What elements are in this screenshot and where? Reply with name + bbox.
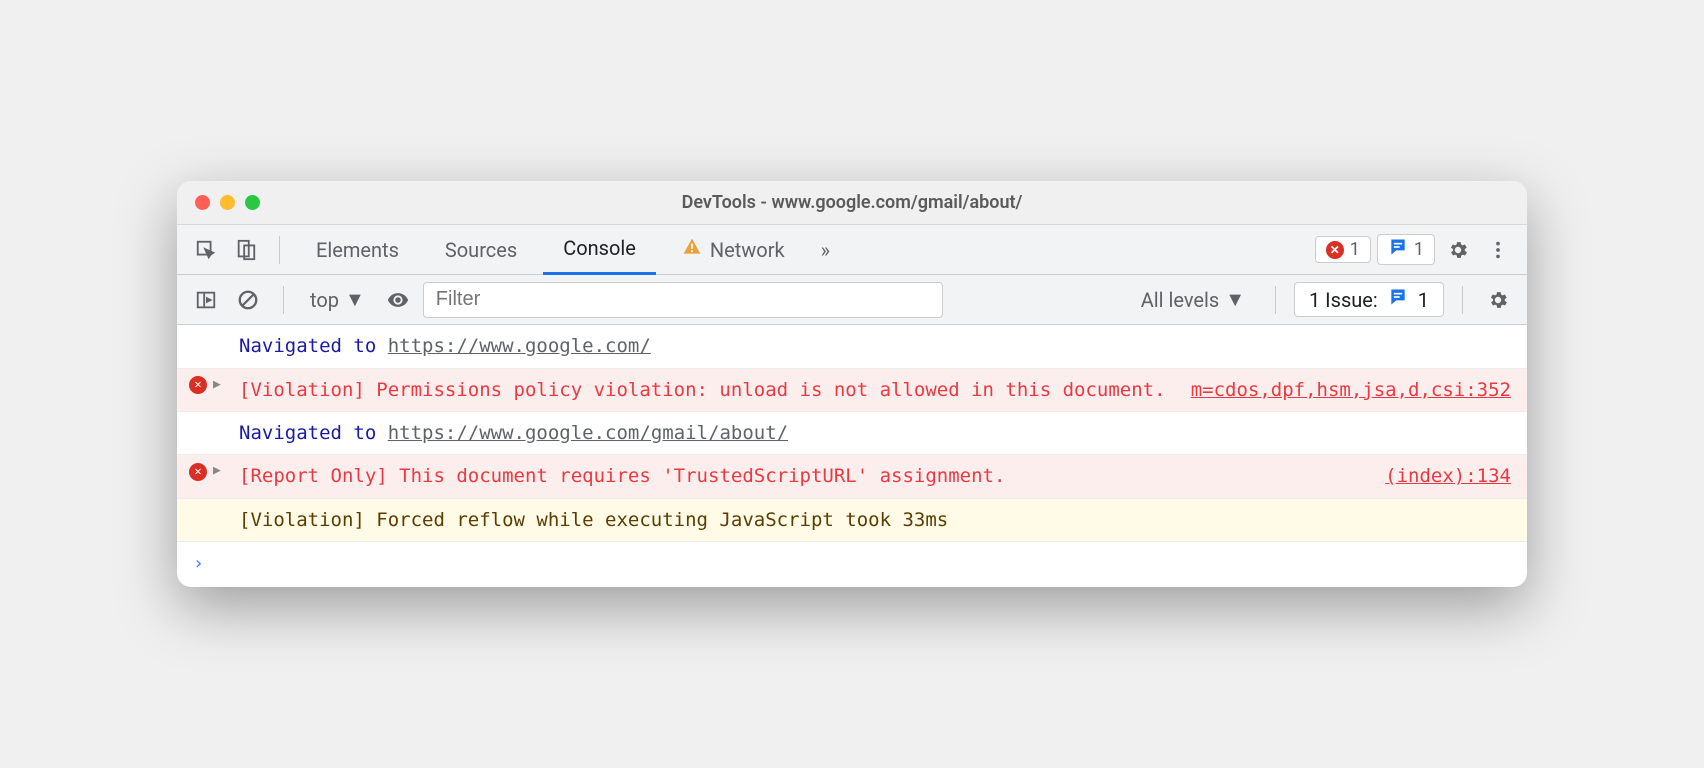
maximize-window-button[interactable] <box>245 195 260 210</box>
error-text: [Report Only] This document requires 'Tr… <box>239 461 1365 491</box>
nav-url[interactable]: https://www.google.com/ <box>388 335 651 357</box>
nav-url[interactable]: https://www.google.com/gmail/about/ <box>388 422 788 444</box>
console-prompt[interactable]: › <box>177 542 1527 587</box>
error-message: ✕ ▶ [Violation] Permissions policy viola… <box>177 369 1527 412</box>
close-window-button[interactable] <box>195 195 210 210</box>
filter-input[interactable] <box>423 282 943 318</box>
log-levels-selector[interactable]: All levels ▼ <box>1129 287 1257 312</box>
tab-sources[interactable]: Sources <box>425 225 537 275</box>
issues-label: 1 Issue: <box>1309 288 1378 312</box>
source-link[interactable]: (index):134 <box>1385 461 1511 491</box>
levels-label: All levels <box>1141 288 1219 312</box>
inspect-element-icon[interactable] <box>189 233 223 267</box>
separator <box>279 236 280 264</box>
error-text: [Violation] Permissions policy violation… <box>239 375 1171 405</box>
error-icon: ✕ <box>1326 241 1344 259</box>
separator <box>1462 286 1463 314</box>
error-message: ✕ ▶ [Report Only] This document requires… <box>177 455 1527 498</box>
console-toolbar: top ▼ All levels ▼ 1 Issue: 1 <box>177 275 1527 325</box>
main-tabbar: Elements Sources Console Network » ✕ 1 1 <box>177 225 1527 275</box>
tab-network-label: Network <box>710 238 785 262</box>
separator <box>283 286 284 314</box>
sidebar-toggle-icon[interactable] <box>189 283 223 317</box>
message-icon <box>1388 237 1408 262</box>
message-icon <box>1388 287 1408 312</box>
warning-icon <box>682 237 702 262</box>
live-expression-icon[interactable] <box>381 283 415 317</box>
message-count: 1 <box>1414 239 1424 260</box>
context-label: top <box>310 288 339 312</box>
warning-message: [Violation] Forced reflow while executin… <box>177 499 1527 542</box>
source-link[interactable]: m=cdos,dpf,hsm,jsa,d,csi:352 <box>1191 375 1511 405</box>
navigation-message: Navigated to https://www.google.com/gmai… <box>177 412 1527 455</box>
warning-text: [Violation] Forced reflow while executin… <box>239 505 1511 535</box>
message-count-badge[interactable]: 1 <box>1377 234 1435 265</box>
issues-count: 1 <box>1418 288 1429 312</box>
nav-prefix: Navigated to <box>239 335 388 357</box>
tab-network[interactable]: Network <box>662 225 805 275</box>
tab-console[interactable]: Console <box>543 225 656 275</box>
tab-elements[interactable]: Elements <box>296 225 419 275</box>
traffic-lights <box>195 195 260 210</box>
more-tabs-button[interactable]: » <box>811 225 840 275</box>
error-icon: ✕ <box>189 376 207 394</box>
console-log-area: Navigated to https://www.google.com/ ✕ ▶… <box>177 325 1527 587</box>
titlebar: DevTools - www.google.com/gmail/about/ <box>177 181 1527 225</box>
expand-toggle-icon[interactable]: ▶ <box>213 375 221 396</box>
device-toggle-icon[interactable] <box>229 233 263 267</box>
expand-toggle-icon[interactable]: ▶ <box>213 461 221 482</box>
minimize-window-button[interactable] <box>220 195 235 210</box>
error-count-badge[interactable]: ✕ 1 <box>1315 236 1371 263</box>
settings-icon[interactable] <box>1441 233 1475 267</box>
separator <box>1275 286 1276 314</box>
clear-console-icon[interactable] <box>231 283 265 317</box>
error-count: 1 <box>1350 239 1360 260</box>
error-icon: ✕ <box>189 463 207 481</box>
window-title: DevTools - www.google.com/gmail/about/ <box>177 192 1527 213</box>
execution-context-selector[interactable]: top ▼ <box>302 287 373 312</box>
navigation-message: Navigated to https://www.google.com/ <box>177 325 1527 368</box>
chevron-down-icon: ▼ <box>1225 287 1245 312</box>
chevron-down-icon: ▼ <box>345 287 365 312</box>
kebab-menu-icon[interactable] <box>1481 233 1515 267</box>
console-settings-icon[interactable] <box>1481 283 1515 317</box>
issues-button[interactable]: 1 Issue: 1 <box>1294 282 1444 317</box>
devtools-window: DevTools - www.google.com/gmail/about/ E… <box>177 181 1527 587</box>
nav-prefix: Navigated to <box>239 422 388 444</box>
